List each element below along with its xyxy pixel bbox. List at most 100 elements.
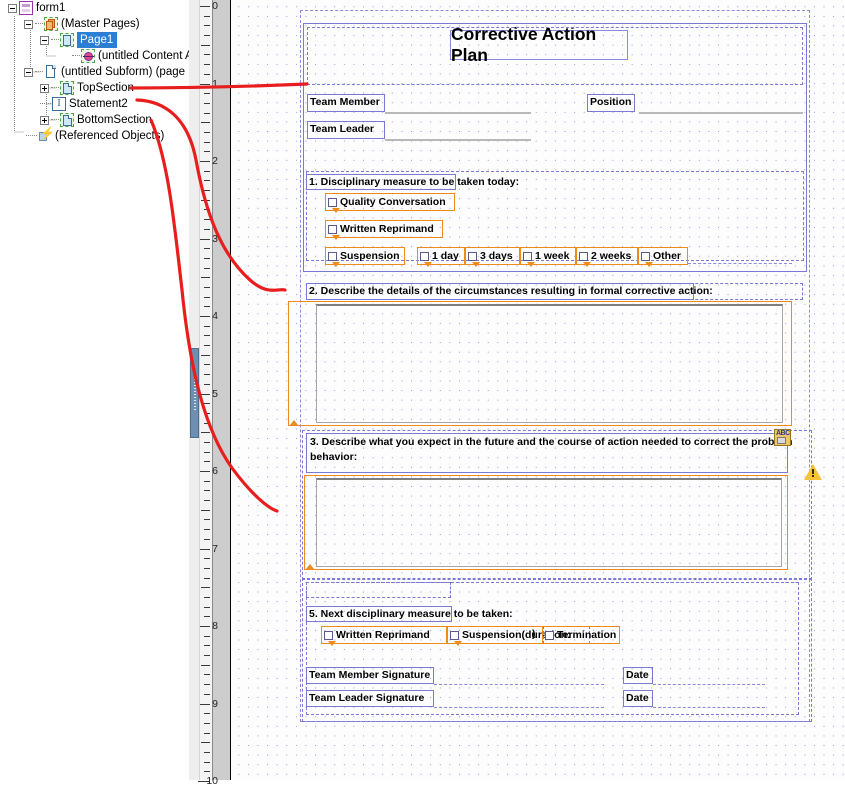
ruler-minor-tick (204, 267, 210, 269)
warning-triangle-icon[interactable] (804, 464, 822, 480)
position-input-underline[interactable] (639, 112, 803, 114)
label-team-member-signature[interactable]: Team Member Signature (306, 667, 434, 684)
ruler-minor-tick (204, 15, 210, 17)
expander-minus-icon[interactable] (40, 35, 49, 45)
checkbox-written-reprimand-2[interactable]: Written Reprimand (321, 626, 447, 644)
expander-plus-icon[interactable] (40, 83, 49, 93)
tree-item-bottomsection[interactable]: BottomSection (40, 112, 152, 128)
ruler-minor-tick (204, 228, 210, 230)
ruler-minor-tick (204, 480, 210, 482)
ruler-minor-tick (204, 596, 210, 598)
question-2-textarea[interactable] (316, 304, 783, 423)
vertical-scrollbar-thumb[interactable] (190, 348, 199, 438)
ruler-minor-tick (204, 451, 210, 453)
orange-marker-icon (472, 262, 480, 267)
ruler-minor-tick (201, 44, 210, 46)
question-2-group[interactable] (306, 283, 803, 300)
expander-minus-icon[interactable] (24, 19, 33, 29)
tree-item-label: (Master Pages) (61, 18, 140, 30)
team-leader-signature-underline[interactable] (434, 707, 604, 709)
tree-item-label: TopSection (77, 82, 134, 94)
abc-label: ABC (776, 430, 790, 437)
ruler-minor-tick (204, 64, 210, 66)
ruler-minor-tick (204, 684, 210, 686)
tree-item-untitled-subform[interactable]: (untitled Subform) (page 1 (24, 64, 189, 80)
ruler-minor-tick (204, 180, 210, 182)
exclamation-mark-icon (812, 469, 815, 477)
label-position[interactable]: Position (587, 94, 635, 112)
vertical-ruler[interactable]: 0 1 2 3 4 5 6 7 8 9 10 (189, 0, 231, 786)
label-team-member[interactable]: Team Member (307, 94, 385, 112)
tree-item-referenced-objects[interactable]: (Referenced Objects) (26, 126, 164, 144)
label-team-leader-signature[interactable]: Team Leader Signature (306, 690, 434, 707)
checkbox-label: Other (653, 250, 682, 262)
tree-item-untitled-content-area[interactable]: (untitled Content A (72, 48, 189, 64)
checkbox-written-reprimand[interactable]: Written Reprimand (325, 220, 443, 238)
checkbox-label: Suspension (340, 250, 400, 262)
ruler-minor-tick (204, 500, 210, 502)
tree-item-label: Statement2 (69, 98, 128, 110)
ruler-minor-tick (204, 422, 210, 424)
vertical-scrollbar-track[interactable] (189, 0, 200, 780)
checkbox-quality-conversation[interactable]: Quality Conversation (325, 193, 455, 211)
expander-minus-icon[interactable] (24, 67, 33, 77)
checkbox-box-icon[interactable] (324, 630, 333, 640)
ruler-minor-tick (201, 587, 210, 589)
tree-dot-leader (72, 55, 80, 57)
text-field-icon (52, 97, 66, 111)
date-1-underline[interactable] (653, 684, 765, 686)
abc-spellcheck-icon[interactable]: ABC (774, 429, 791, 446)
tree-item-page1[interactable]: Page1 (40, 32, 118, 48)
expander-minus-icon[interactable] (8, 3, 17, 13)
ruler-minor-tick (204, 538, 210, 540)
tree-dot-leader (35, 71, 43, 73)
ruler-minor-tick (201, 509, 210, 511)
suspension-close-paren: ) (532, 628, 536, 640)
orange-marker-icon (454, 641, 462, 646)
tree-dot-leader (26, 135, 37, 137)
ruler-minor-tick (204, 325, 210, 327)
checkbox-box-icon[interactable] (579, 251, 588, 261)
ruler-minor-tick (201, 199, 210, 201)
checkbox-box-icon[interactable] (328, 197, 337, 207)
checkbox-box-icon[interactable] (328, 224, 337, 234)
ruler-minor-tick (204, 577, 210, 579)
team-leader-input-underline[interactable] (385, 139, 531, 141)
subform-icon (44, 65, 58, 79)
ruler-minor-tick (204, 257, 210, 259)
checkbox-box-icon[interactable] (328, 251, 337, 261)
ruler-label: 3 (212, 232, 218, 245)
title-container[interactable] (307, 27, 803, 85)
other-input-underline[interactable] (688, 263, 792, 265)
checkbox-label: 3 days (480, 250, 513, 262)
question-5-label[interactable]: 5. Next disciplinary measure to be taken… (306, 606, 513, 622)
ruler-label: 6 (212, 465, 218, 477)
checkbox-termination[interactable]: Termination (542, 626, 620, 644)
question-3-textarea[interactable] (316, 478, 782, 567)
tree-item-statement2[interactable]: Statement2 (40, 96, 128, 112)
checkbox-box-icon[interactable] (545, 630, 554, 640)
checkbox-box-icon[interactable] (450, 630, 459, 640)
checkbox-box-icon[interactable] (641, 251, 650, 261)
label-date-2[interactable]: Date (623, 690, 653, 707)
ruler-minor-tick (204, 209, 210, 211)
ruler-minor-tick (204, 461, 210, 463)
ruler-minor-tick (204, 219, 210, 221)
hierarchy-panel[interactable]: form1 (Master Pages) Page1 (untitled Con… (0, 0, 189, 780)
label-team-leader[interactable]: Team Leader (307, 121, 385, 139)
design-canvas[interactable]: Corrective Action Plan Team Member Posit… (232, 0, 845, 780)
label-date-1[interactable]: Date (623, 667, 653, 684)
checkbox-box-icon[interactable] (468, 251, 477, 261)
checkbox-box-icon[interactable] (523, 251, 532, 261)
ruler-label: 8 (212, 620, 218, 632)
question-4-placeholder[interactable] (306, 582, 451, 598)
checkbox-box-icon[interactable] (420, 251, 429, 261)
tree-item-form1[interactable]: form1 (8, 0, 65, 16)
date-2-underline[interactable] (653, 707, 765, 709)
ruler-minor-tick (204, 335, 210, 337)
tree-item-topsection[interactable]: TopSection (40, 80, 134, 96)
team-member-input-underline[interactable] (385, 112, 531, 114)
team-member-signature-underline[interactable] (434, 684, 604, 686)
expander-plus-icon[interactable] (40, 115, 49, 125)
tree-item-master-pages[interactable]: (Master Pages) (24, 16, 140, 32)
